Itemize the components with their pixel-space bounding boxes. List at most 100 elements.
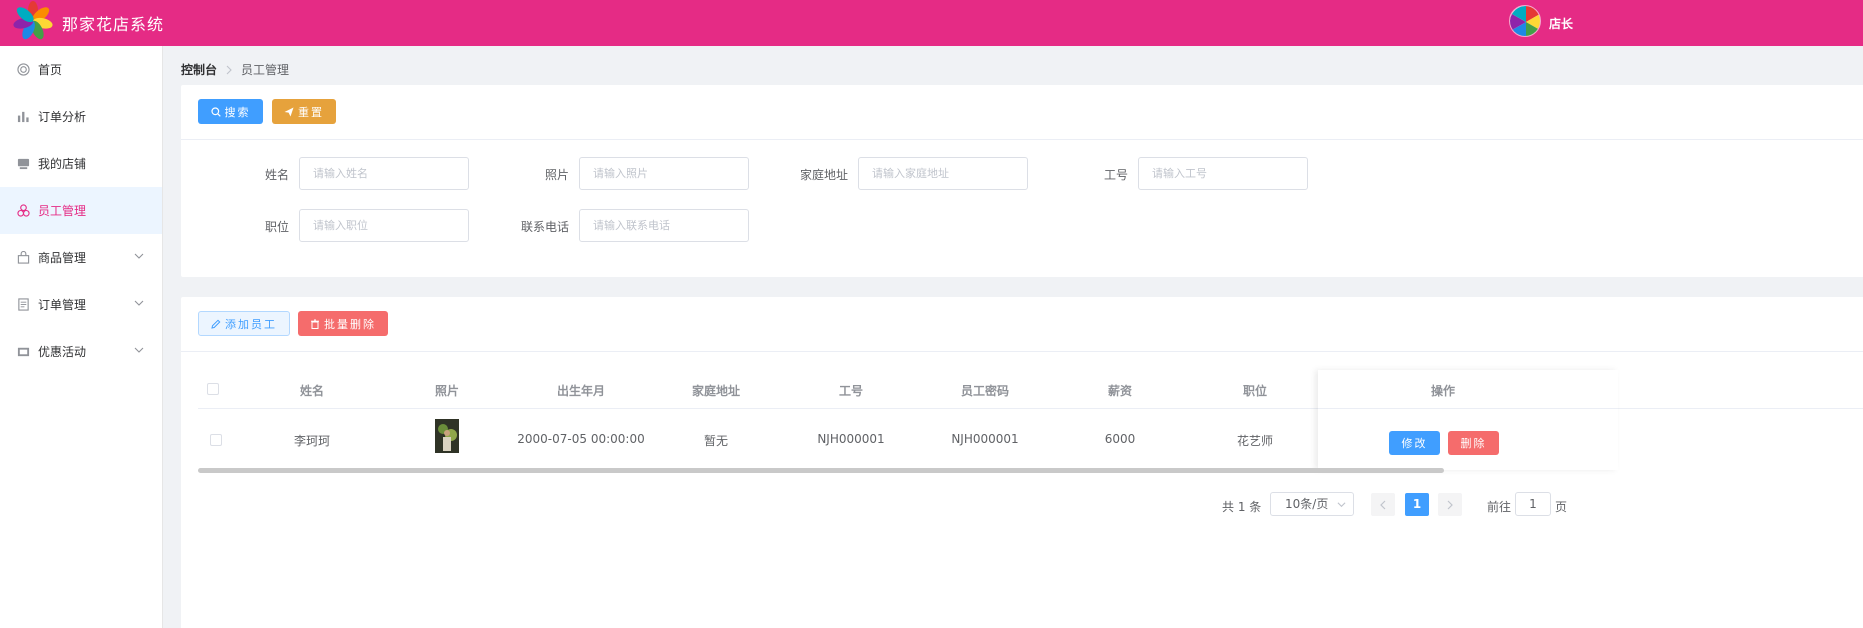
delete-button[interactable]: 删除 [1448, 431, 1499, 455]
photo-input[interactable]: 请输入照片 [579, 157, 749, 190]
page-size-select[interactable]: 10条/页 [1270, 492, 1354, 516]
bar-chart-icon [16, 110, 30, 124]
user-name[interactable]: 店长 [1549, 15, 1573, 32]
column-header-photo: 照片 [434, 384, 459, 398]
sidebar-item-order-analysis[interactable]: 订单分析 [0, 93, 162, 140]
prev-page-button[interactable] [1371, 493, 1395, 516]
sidebar: 首页 订单分析 我的店铺 员工管理 商品管理 订单管理 优惠活动 [0, 46, 163, 628]
page-number-current[interactable]: 1 [1405, 493, 1429, 516]
table-card: 添加员工 批量删除 姓名 照片 出生年月 家庭地址 工号 员工密码 薪资 职位 … [181, 297, 1863, 628]
sidebar-item-label: 商品管理 [38, 251, 87, 265]
search-button[interactable]: 搜索 [198, 99, 263, 124]
position-label: 职位 [264, 220, 289, 234]
page-suffix: 页 [1555, 500, 1568, 514]
address-label: 家庭地址 [799, 168, 848, 182]
send-icon [284, 107, 294, 116]
cell-password: NJH000001 [951, 432, 1019, 446]
employee-no-input[interactable]: 请输入工号 [1138, 157, 1308, 190]
add-employee-label: 添加员工 [225, 317, 277, 331]
reset-button-label: 重置 [298, 105, 324, 119]
staff-icon [16, 204, 30, 218]
next-page-button[interactable] [1438, 493, 1462, 516]
address-input[interactable]: 请输入家庭地址 [858, 157, 1028, 190]
sidebar-item-home[interactable]: 首页 [0, 46, 162, 93]
search-card: 搜索 重置 姓名 请输入姓名 照片 请输入照片 家庭地址 请输入家庭地址 工号 … [181, 85, 1863, 277]
phone-input[interactable]: 请输入联系电话 [579, 209, 749, 242]
operations-column: 操作 修改 删除 [1318, 370, 1618, 470]
avatar-icon [1510, 6, 1540, 36]
name-label: 姓名 [264, 168, 289, 182]
edit-button[interactable]: 修改 [1389, 431, 1440, 455]
row-checkbox[interactable] [210, 434, 222, 446]
column-header-name: 姓名 [299, 384, 324, 398]
column-header-address: 家庭地址 [691, 384, 740, 398]
column-header-salary: 薪资 [1107, 384, 1132, 398]
sidebar-item-label: 优惠活动 [38, 345, 87, 359]
search-icon [210, 106, 221, 117]
column-header-password: 员工密码 [960, 384, 1009, 398]
sidebar-item-label: 员工管理 [38, 204, 87, 218]
shop-icon [16, 157, 30, 171]
flower-logo-icon [13, 1, 53, 40]
chevron-down-icon [134, 347, 144, 353]
app-title: 那家花店系统 [62, 15, 165, 34]
sidebar-item-staff-management[interactable]: 员工管理 [0, 187, 162, 234]
sidebar-item-label: 订单分析 [38, 110, 87, 124]
cell-position: 花艺师 [1236, 434, 1273, 448]
employee-photo[interactable] [435, 419, 459, 453]
employee-no-label: 工号 [1103, 168, 1128, 182]
breadcrumb-home-link[interactable]: 控制台 [181, 61, 217, 78]
sidebar-item-my-shop[interactable]: 我的店铺 [0, 140, 162, 187]
divider [181, 351, 1863, 352]
sidebar-item-order-management[interactable]: 订单管理 [0, 281, 162, 328]
bag-icon [16, 251, 30, 265]
document-icon [16, 298, 30, 312]
name-input[interactable]: 请输入姓名 [299, 157, 469, 190]
goto-page-input[interactable]: 1 [1515, 492, 1551, 516]
breadcrumb-current: 员工管理 [241, 63, 290, 77]
sidebar-item-label: 首页 [38, 63, 63, 77]
chevron-right-icon [1447, 500, 1453, 509]
horizontal-scrollbar[interactable] [198, 468, 1444, 473]
avatar[interactable] [1509, 5, 1541, 37]
column-header-employee-no: 工号 [838, 384, 863, 398]
chevron-down-icon [134, 253, 144, 259]
row-divider [1318, 408, 1618, 409]
page-size-value: 10条/页 [1285, 497, 1329, 511]
trash-icon [311, 319, 319, 329]
sidebar-item-label: 我的店铺 [38, 157, 87, 171]
edit-icon [211, 319, 221, 329]
batch-delete-label: 批量删除 [324, 317, 376, 331]
cell-birth: 2000-07-05 00:00:00 [517, 432, 645, 446]
goto-label: 前往 [1487, 500, 1512, 514]
sidebar-item-promotions[interactable]: 优惠活动 [0, 328, 162, 375]
search-button-label: 搜索 [224, 105, 251, 119]
chevron-down-icon [134, 300, 144, 306]
top-header: 那家花店系统 店长 [0, 0, 1863, 46]
photo-label: 照片 [544, 168, 569, 182]
sidebar-item-product-management[interactable]: 商品管理 [0, 234, 162, 281]
reset-button[interactable]: 重置 [272, 99, 336, 124]
sidebar-item-label: 订单管理 [38, 298, 87, 312]
chevron-right-icon [225, 65, 233, 75]
column-header-birth: 出生年月 [556, 384, 605, 398]
position-input[interactable]: 请输入职位 [299, 209, 469, 242]
add-employee-button[interactable]: 添加员工 [198, 311, 290, 336]
chevron-left-icon [1380, 500, 1386, 509]
cell-employee-no: NJH000001 [817, 432, 885, 446]
cell-salary: 6000 [1104, 432, 1136, 446]
cell-name: 李珂珂 [293, 434, 330, 448]
column-header-actions: 操作 [1430, 384, 1455, 398]
select-all-checkbox[interactable] [207, 383, 219, 395]
phone-label: 联系电话 [520, 220, 569, 234]
photo-thumbnail-icon [435, 419, 459, 453]
batch-delete-button[interactable]: 批量删除 [298, 311, 388, 336]
breadcrumb: 控制台 员工管理 [181, 61, 289, 78]
column-header-position: 职位 [1242, 384, 1267, 398]
promotion-icon [16, 345, 30, 359]
cell-address: 暂无 [703, 434, 728, 448]
divider [181, 139, 1863, 140]
chevron-down-icon [1337, 502, 1346, 508]
pagination-total: 共 1 条 [1222, 500, 1262, 514]
home-icon [16, 63, 30, 77]
